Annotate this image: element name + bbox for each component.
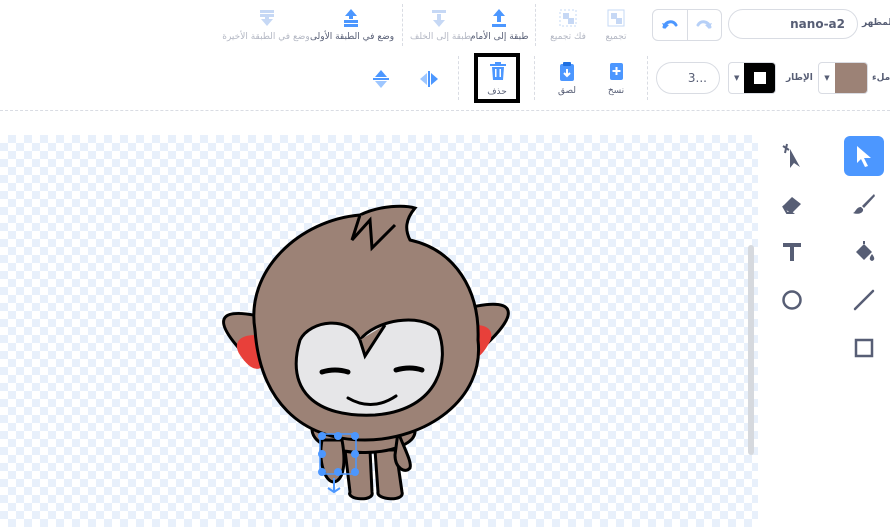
undo-redo-group <box>652 9 722 41</box>
undo-icon <box>661 20 678 29</box>
bring-forward-button[interactable]: طبقة إلى الأمام <box>470 8 529 48</box>
send-backward-icon <box>432 10 446 27</box>
flip-vertical-icon <box>373 70 389 88</box>
brush-icon <box>853 194 875 214</box>
send-backward-button[interactable]: طبقة إلى الخلف <box>410 8 472 48</box>
group-icon <box>607 9 625 27</box>
outline-width-value: 3... <box>687 71 707 85</box>
select-tool[interactable] <box>844 136 884 176</box>
redo-icon <box>696 20 713 29</box>
send-to-back-button[interactable]: وضع في الطبقة الأخيرة <box>222 8 310 48</box>
ungroup-icon <box>559 9 577 27</box>
delete-label: حذف <box>487 87 507 97</box>
fill-label: ملء <box>872 73 890 83</box>
group-button[interactable]: تجميع <box>596 8 636 48</box>
brush-tool[interactable] <box>844 184 884 224</box>
outline-label: الإطار <box>786 73 813 83</box>
fill-swatch <box>835 63 867 93</box>
costume-name-input[interactable]: nano-a2 <box>728 9 858 39</box>
bring-forward-label: طبقة إلى الأمام <box>470 32 529 42</box>
chevron-down-icon: ▼ <box>824 74 830 82</box>
eraser-icon <box>782 197 801 214</box>
bring-to-front-icon <box>344 9 358 27</box>
bring-to-front-label: وضع في الطبقة الأولى <box>310 32 395 42</box>
circle-icon <box>782 290 802 310</box>
paste-label: لصق <box>557 86 577 96</box>
flip-vertical-button[interactable] <box>368 66 394 92</box>
group-label: تجميع <box>605 32 627 42</box>
send-to-back-label: وضع في الطبقة الأخيرة <box>222 32 310 42</box>
reshape-icon <box>782 143 800 168</box>
copy-label: نسخ <box>607 86 625 96</box>
rectangle-icon <box>854 338 874 358</box>
rectangle-tool[interactable] <box>844 328 884 368</box>
outline-width-input[interactable]: 3... <box>656 62 720 94</box>
copy-button[interactable]: نسخ <box>601 62 631 100</box>
paste-button[interactable]: لصق <box>552 62 582 100</box>
paste-icon <box>560 62 574 81</box>
outline-swatch <box>744 63 775 93</box>
chevron-down-icon: ▼ <box>733 74 740 82</box>
circle-tool[interactable] <box>772 280 812 320</box>
send-backward-label: طبقة إلى الخلف <box>410 32 472 42</box>
toolbar-divider <box>458 56 459 100</box>
vertical-scrollbar[interactable] <box>748 245 754 455</box>
costume-artwork <box>222 204 510 501</box>
text-tool[interactable] <box>772 232 812 272</box>
fill-icon <box>856 241 875 261</box>
eraser-tool[interactable] <box>772 184 812 224</box>
fill-color-picker[interactable]: ▼ <box>818 62 868 94</box>
bring-to-front-button[interactable]: وضع في الطبقة الأولى <box>310 8 394 48</box>
header-divider <box>0 110 890 111</box>
toolbar-divider <box>534 56 535 100</box>
reshape-tool[interactable] <box>772 136 812 176</box>
undo-button[interactable] <box>653 10 688 40</box>
send-to-back-icon <box>260 10 274 26</box>
costume-label: المظهر <box>862 18 890 28</box>
ungroup-button[interactable]: فك تجميع <box>546 8 590 48</box>
fill-tool[interactable] <box>844 232 884 272</box>
flip-horizontal-icon <box>420 71 438 87</box>
trash-icon <box>490 62 506 80</box>
outline-color-picker[interactable]: ▼ <box>728 62 776 94</box>
bring-forward-icon <box>492 9 506 27</box>
copy-icon <box>610 63 623 80</box>
text-icon <box>783 243 801 261</box>
toolbar-divider <box>647 56 648 100</box>
redo-button[interactable] <box>688 10 722 40</box>
flip-horizontal-button[interactable] <box>416 66 442 92</box>
toolbar-divider <box>535 4 536 46</box>
delete-button[interactable]: حذف <box>474 53 520 103</box>
line-tool[interactable] <box>844 280 884 320</box>
toolbar-divider <box>402 4 403 46</box>
select-icon <box>857 146 871 167</box>
costume-name-value: nano-a2 <box>790 17 845 31</box>
line-icon <box>853 289 875 311</box>
ungroup-label: فك تجميع <box>550 32 586 42</box>
